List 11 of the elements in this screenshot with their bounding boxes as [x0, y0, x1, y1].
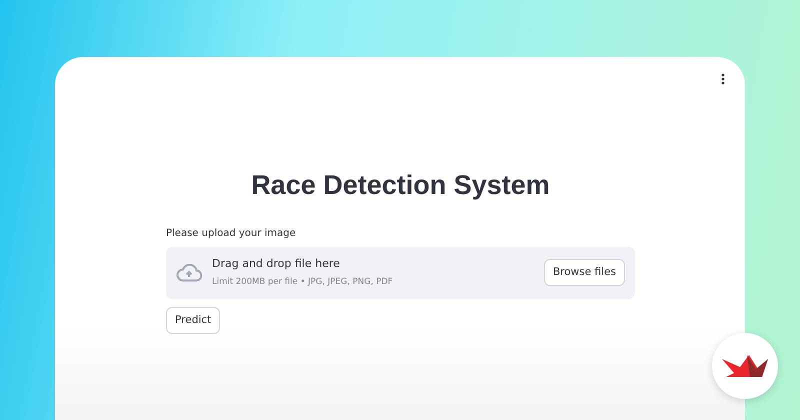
page-title: Race Detection System: [250, 169, 551, 202]
drop-instruction: Drag and drop file here: [212, 256, 341, 272]
app-badge[interactable]: [712, 333, 778, 399]
crown-logo-icon: [722, 353, 768, 379]
cloud-upload-icon: [176, 264, 202, 282]
file-drop-zone[interactable]: Drag and drop file here Limit 200MB per file • JPG, JPEG, PNG, PDF Browse files: [166, 246, 635, 298]
file-limit-text: Limit 200MB per file • JPG, JPEG, PNG, PDF: [212, 276, 394, 290]
predict-button[interactable]: Predict: [166, 306, 220, 334]
upload-label: Please upload your image: [166, 226, 297, 240]
more-options-icon[interactable]: [721, 73, 725, 85]
browse-files-button[interactable]: Browse files: [544, 258, 625, 286]
